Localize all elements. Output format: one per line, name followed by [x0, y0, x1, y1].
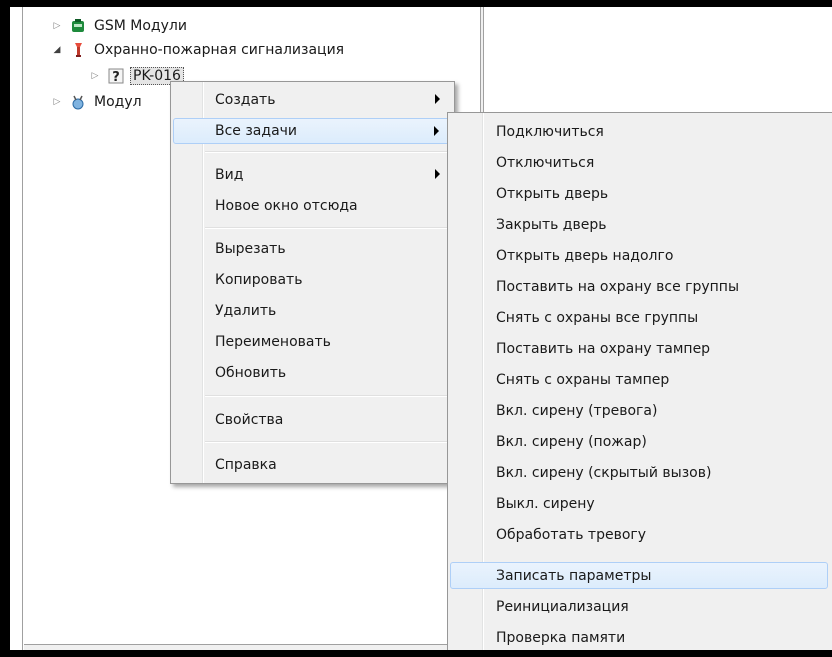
menu-item-label: Свойства: [215, 412, 284, 428]
tree-item-label: Охранно-пожарная сигнализация: [94, 42, 345, 58]
menu-item-all-tasks[interactable]: Все задачи: [173, 118, 452, 144]
submenu-item-reinitialize[interactable]: Реинициализация: [450, 593, 828, 620]
module-icon: [72, 95, 84, 110]
menu-item-refresh[interactable]: Обновить: [173, 360, 452, 386]
menu-item-label: Переименовать: [215, 334, 331, 350]
menu-separator: [205, 151, 450, 153]
submenu-item-memory-check[interactable]: Проверка памяти: [450, 624, 828, 651]
menu-item-label: Вид: [215, 167, 244, 183]
menu-item-label: Выкл. сирену: [496, 495, 595, 512]
menu-item-properties[interactable]: Свойства: [173, 407, 452, 433]
submenu-item-disarm-tamper[interactable]: Снять с охраны тампер: [450, 366, 828, 393]
menu-item-label: Копировать: [215, 272, 303, 288]
menu-item-label: Подключиться: [496, 123, 604, 140]
context-menu: Создать Все задачи Вид Новое окно отсюда…: [170, 81, 455, 484]
menu-separator: [205, 441, 450, 443]
gsm-module-icon: [72, 19, 84, 32]
menu-item-label: Вырезать: [215, 241, 286, 257]
tree-item-label: GSM Модули: [94, 18, 187, 34]
submenu-item-open-door[interactable]: Открыть дверь: [450, 180, 828, 207]
menu-item-create[interactable]: Создать: [173, 87, 452, 113]
submenu-item-siren-fire[interactable]: Вкл. сирену (пожар): [450, 428, 828, 455]
menu-item-label: Вкл. сирену (пожар): [496, 433, 647, 450]
menu-item-label: Все задачи: [215, 123, 298, 139]
menu-item-label: Записать параметры: [496, 567, 652, 584]
unknown-device-icon: ?: [108, 68, 124, 84]
menu-item-label: Справка: [215, 457, 277, 473]
submenu-item-disconnect[interactable]: Отключиться: [450, 149, 828, 176]
submenu-arrow-icon: [434, 126, 439, 136]
collapse-arrow-icon[interactable]: ◢: [52, 45, 62, 55]
window-frame-bottom: [0, 650, 832, 657]
menu-item-label: Поставить на охрану все группы: [496, 278, 740, 295]
submenu-item-disarm-all-groups[interactable]: Снять с охраны все группы: [450, 304, 828, 331]
menu-item-label: Проверка памяти: [496, 629, 626, 646]
menu-separator: [205, 395, 450, 397]
pane-border: [22, 7, 23, 650]
menu-item-rename[interactable]: Переименовать: [173, 329, 452, 355]
menu-item-label: Поставить на охрану тампер: [496, 340, 711, 357]
menu-item-label: Отключиться: [496, 154, 595, 171]
expand-arrow-icon[interactable]: ▷: [90, 71, 100, 81]
menu-item-label: Новое окно отсюда: [215, 198, 358, 214]
window-frame-left: [0, 0, 10, 657]
submenu-item-arm-tamper[interactable]: Поставить на охрану тампер: [450, 335, 828, 362]
menu-item-label: Закрыть дверь: [496, 216, 607, 233]
tree-item-modules[interactable]: ▷ Модул: [52, 92, 144, 112]
submenu-arrow-icon: [435, 169, 440, 179]
expand-arrow-icon[interactable]: ▷: [52, 97, 62, 107]
submenu-item-siren-hidden-call[interactable]: Вкл. сирену (скрытый вызов): [450, 459, 828, 486]
submenu-item-siren-alarm[interactable]: Вкл. сирену (тревога): [450, 397, 828, 424]
tree-item-gsm-modules[interactable]: ▷ GSM Модули: [52, 16, 189, 36]
submenu-item-write-parameters[interactable]: Записать параметры: [450, 562, 828, 589]
submenu-item-arm-all-groups[interactable]: Поставить на охрану все группы: [450, 273, 828, 300]
menu-item-label: Снять с охраны все группы: [496, 309, 699, 326]
menu-item-label: Удалить: [215, 303, 277, 319]
menu-item-label: Снять с охраны тампер: [496, 371, 670, 388]
menu-item-help[interactable]: Справка: [173, 452, 452, 478]
menu-item-copy[interactable]: Копировать: [173, 267, 452, 293]
menu-item-view[interactable]: Вид: [173, 162, 452, 188]
fire-alarm-icon: [75, 43, 82, 57]
submenu-item-handle-alarm[interactable]: Обработать тревогу: [450, 521, 828, 548]
menu-item-label: Обработать тревогу: [496, 526, 647, 543]
menu-item-label: Открыть дверь: [496, 185, 609, 202]
menu-item-label: Обновить: [215, 365, 287, 381]
submenu-arrow-icon: [435, 94, 440, 104]
menu-item-new-window[interactable]: Новое окно отсюда: [173, 193, 452, 219]
menu-item-label: Вкл. сирену (скрытый вызов): [496, 464, 712, 481]
menu-item-label: Реинициализация: [496, 598, 629, 615]
submenu-item-close-door[interactable]: Закрыть дверь: [450, 211, 828, 238]
menu-separator: [205, 227, 450, 229]
submenu-item-connect[interactable]: Подключиться: [450, 118, 828, 145]
tree-item-fire-alarm[interactable]: ◢ Охранно-пожарная сигнализация: [52, 40, 346, 60]
expand-arrow-icon[interactable]: ▷: [52, 21, 62, 31]
svg-text:?: ?: [112, 70, 120, 84]
menu-item-cut[interactable]: Вырезать: [173, 236, 452, 262]
submenu-item-open-door-long[interactable]: Открыть дверь надолго: [450, 242, 828, 269]
window-frame-top: [0, 0, 832, 7]
tree-item-label: Модул: [94, 94, 142, 110]
menu-item-label: Создать: [215, 92, 276, 108]
menu-item-delete[interactable]: Удалить: [173, 298, 452, 324]
menu-item-label: Открыть дверь надолго: [496, 247, 674, 264]
menu-item-label: Вкл. сирену (тревога): [496, 402, 658, 419]
submenu-item-siren-off[interactable]: Выкл. сирену: [450, 490, 828, 517]
submenu-all-tasks: Подключиться Отключиться Открыть дверь З…: [447, 112, 832, 657]
